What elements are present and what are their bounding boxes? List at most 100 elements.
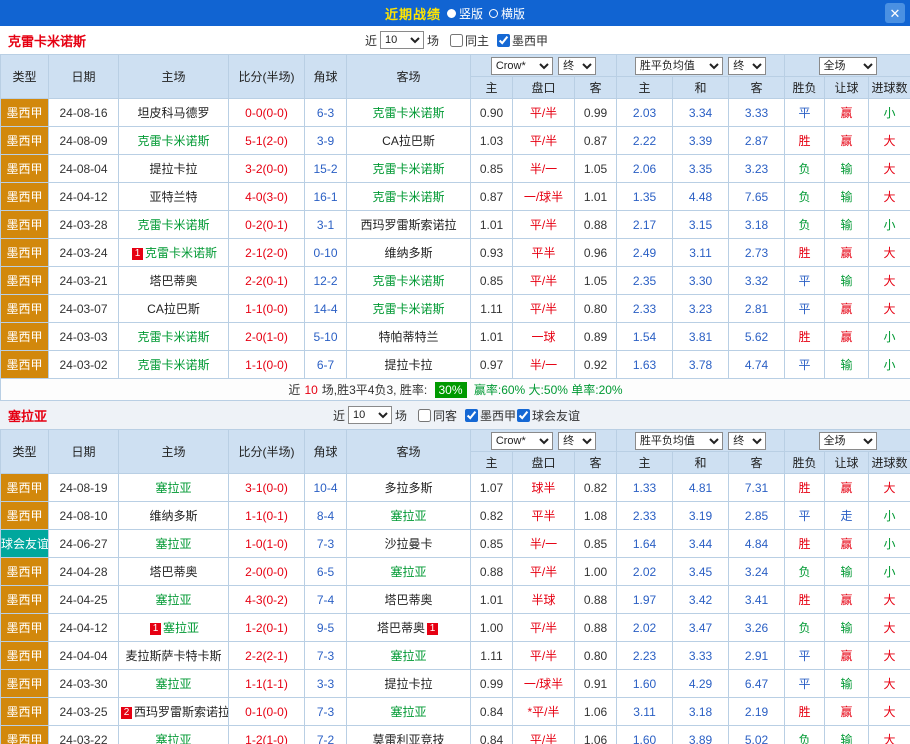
home-team-cell[interactable]: 1塞拉亚 [119,614,229,642]
home-team-name[interactable]: 塞拉亚 [155,537,191,551]
avg-final-select[interactable]: 终 [728,57,766,75]
league-mx-checkbox[interactable] [497,34,510,47]
away-team-name[interactable]: 克雷卡米诺斯 [372,106,444,120]
home-team-cell[interactable]: 塞拉亚 [119,670,229,698]
away-team-cell[interactable]: 克雷卡米诺斯 [347,99,471,127]
away-team-name[interactable]: 塞拉亚 [390,565,426,579]
away-team-name[interactable]: 塞拉亚 [390,705,426,719]
away-team-cell[interactable]: 塔巴蒂奥1 [347,614,471,642]
home-team-name[interactable]: 塞拉亚 [155,593,191,607]
away-team-cell[interactable]: 塞拉亚 [347,502,471,530]
home-team-name[interactable]: 坦皮科马德罗 [137,106,209,120]
same-away-checkbox[interactable] [418,409,431,422]
home-team-name[interactable]: 克雷卡米诺斯 [137,218,209,232]
home-team-name[interactable]: 塔巴蒂奥 [149,274,197,288]
same-home-checkbox[interactable] [450,34,463,47]
home-team-cell[interactable]: 1克雷卡米诺斯 [119,239,229,267]
home-team-cell[interactable]: 塔巴蒂奥 [119,558,229,586]
home-team-cell[interactable]: 提拉卡拉 [119,155,229,183]
home-team-name[interactable]: 西玛罗雷斯索诺拉 [134,705,229,719]
away-team-name[interactable]: CA拉巴斯 [382,134,435,148]
away-team-cell[interactable]: 特帕蒂特兰 [347,323,471,351]
away-team-cell[interactable]: 沙拉曼卡 [347,530,471,558]
away-team-name[interactable]: 莫雷利亚竞技 [372,733,444,744]
home-team-cell[interactable]: 塞拉亚 [119,530,229,558]
away-team-name[interactable]: 克雷卡米诺斯 [372,190,444,204]
home-team-name[interactable]: CA拉巴斯 [147,302,200,316]
home-team-cell[interactable]: 克雷卡米诺斯 [119,351,229,379]
away-team-name[interactable]: 塞拉亚 [390,649,426,663]
away-team-name[interactable]: 特帕蒂特兰 [378,330,438,344]
away-team-name[interactable]: 塔巴蒂奥 [384,593,432,607]
scope-select[interactable]: 全场 [819,57,877,75]
away-team-name[interactable]: 提拉卡拉 [384,358,432,372]
home-team-cell[interactable]: CA拉巴斯 [119,295,229,323]
home-team-cell[interactable]: 维纳多斯 [119,502,229,530]
away-team-cell[interactable]: 克雷卡米诺斯 [347,183,471,211]
away-team-name[interactable]: 多拉多斯 [384,481,432,495]
home-team-name[interactable]: 塞拉亚 [163,621,199,635]
scope-select[interactable]: 全场 [819,432,877,450]
home-team-name[interactable]: 亚特兰特 [149,190,197,204]
away-team-cell[interactable]: CA拉巴斯 [347,127,471,155]
match-count-select[interactable]: 10 [380,31,424,49]
odds-final-select[interactable]: 终 [558,57,596,75]
home-team-name[interactable]: 塔巴蒂奥 [149,565,197,579]
away-team-cell[interactable]: 塞拉亚 [347,558,471,586]
away-team-name[interactable]: 克雷卡米诺斯 [372,274,444,288]
away-team-cell[interactable]: 克雷卡米诺斯 [347,267,471,295]
away-team-name[interactable]: 克雷卡米诺斯 [372,162,444,176]
away-team-cell[interactable]: 西玛罗雷斯索诺拉 [347,211,471,239]
away-team-cell[interactable]: 莫雷利亚竞技 [347,726,471,744]
odds-company-select[interactable]: Crow* [491,432,553,450]
home-team-name[interactable]: 塞拉亚 [155,677,191,691]
odds-company-select[interactable]: Crow* [491,57,553,75]
avg-type-select[interactable]: 胜平负均值 [635,432,723,450]
home-team-name[interactable]: 塞拉亚 [155,481,191,495]
club-friendly-checkbox[interactable] [517,409,530,422]
vertical-layout-radio[interactable] [447,9,456,18]
away-team-cell[interactable]: 克雷卡米诺斯 [347,295,471,323]
away-team-name[interactable]: 克雷卡米诺斯 [372,302,444,316]
home-team-cell[interactable]: 塞拉亚 [119,726,229,744]
away-team-name[interactable]: 西玛罗雷斯索诺拉 [360,218,456,232]
home-team-name[interactable]: 提拉卡拉 [149,162,197,176]
home-team-cell[interactable]: 塞拉亚 [119,586,229,614]
away-team-name[interactable]: 塞拉亚 [390,509,426,523]
home-team-cell[interactable]: 塞拉亚 [119,474,229,502]
home-team-name[interactable]: 克雷卡米诺斯 [137,358,209,372]
home-team-cell[interactable]: 克雷卡米诺斯 [119,323,229,351]
home-team-cell[interactable]: 亚特兰特 [119,183,229,211]
away-team-cell[interactable]: 提拉卡拉 [347,351,471,379]
away-team-cell[interactable]: 提拉卡拉 [347,670,471,698]
away-team-cell[interactable]: 维纳多斯 [347,239,471,267]
away-team-cell[interactable]: 塞拉亚 [347,642,471,670]
away-team-name[interactable]: 提拉卡拉 [384,677,432,691]
match-count-select[interactable]: 10 [348,406,392,424]
home-team-cell[interactable]: 克雷卡米诺斯 [119,211,229,239]
away-team-name[interactable]: 维纳多斯 [384,246,432,260]
home-team-cell[interactable]: 塔巴蒂奥 [119,267,229,295]
league-mx-checkbox[interactable] [465,409,478,422]
home-team-cell[interactable]: 克雷卡米诺斯 [119,127,229,155]
away-team-name[interactable]: 塔巴蒂奥 [377,621,425,635]
home-team-name[interactable]: 维纳多斯 [149,509,197,523]
away-team-name[interactable]: 沙拉曼卡 [384,537,432,551]
avg-type-select[interactable]: 胜平负均值 [635,57,723,75]
away-team-cell[interactable]: 多拉多斯 [347,474,471,502]
avg-final-select[interactable]: 终 [728,432,766,450]
close-button[interactable]: ✕ [885,3,905,23]
home-team-name[interactable]: 克雷卡米诺斯 [137,330,209,344]
away-team-cell[interactable]: 克雷卡米诺斯 [347,155,471,183]
home-team-cell[interactable]: 麦拉斯萨卡特卡斯 [119,642,229,670]
home-team-name[interactable]: 克雷卡米诺斯 [137,134,209,148]
home-team-name[interactable]: 塞拉亚 [155,733,191,744]
home-team-name[interactable]: 克雷卡米诺斯 [145,246,217,260]
home-team-cell[interactable]: 2西玛罗雷斯索诺拉 [119,698,229,726]
home-team-cell[interactable]: 坦皮科马德罗 [119,99,229,127]
home-team-name[interactable]: 麦拉斯萨卡特卡斯 [125,649,221,663]
horizontal-layout-radio[interactable] [489,9,498,18]
away-team-cell[interactable]: 塞拉亚 [347,698,471,726]
away-team-cell[interactable]: 塔巴蒂奥 [347,586,471,614]
odds-final-select[interactable]: 终 [558,432,596,450]
